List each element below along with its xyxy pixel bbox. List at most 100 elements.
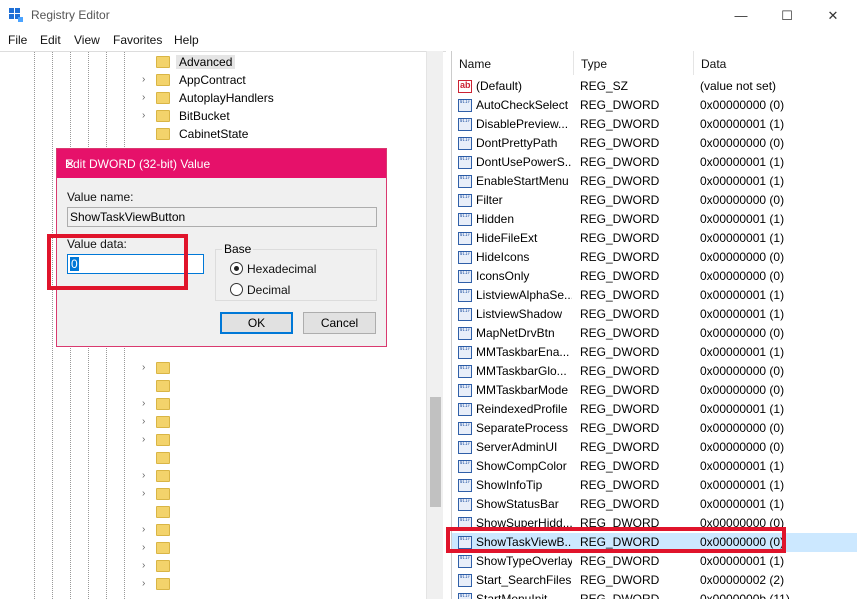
scrollbar-thumb[interactable] — [430, 397, 441, 507]
table-row[interactable]: ServerAdminUI REG_DWORD 0x00000000 (0) — [452, 438, 857, 457]
table-row[interactable]: ShowCompColor REG_DWORD 0x00000001 (1) — [452, 457, 857, 476]
chevron-right-icon[interactable]: › — [142, 434, 145, 445]
table-row[interactable]: MMTaskbarEna... REG_DWORD 0x00000001 (1) — [452, 343, 857, 362]
column-header-name[interactable]: Name — [452, 51, 574, 75]
cell-data: 0x00000001 (1) — [700, 402, 785, 416]
table-row[interactable]: Filter REG_DWORD 0x00000000 (0) — [452, 191, 857, 210]
chevron-right-icon[interactable]: › — [142, 110, 145, 121]
cancel-button[interactable]: Cancel — [303, 312, 376, 334]
close-window-button[interactable]: ✕ — [810, 0, 856, 31]
cell-type: REG_DWORD — [580, 98, 660, 112]
table-row[interactable]: (Default) REG_SZ (value not set) — [452, 77, 857, 96]
chevron-right-icon[interactable]: › — [142, 362, 145, 373]
table-row[interactable]: AutoCheckSelect REG_DWORD 0x00000000 (0) — [452, 96, 857, 115]
cell-data: 0x00000000 (0) — [700, 364, 785, 378]
binary-value-icon — [458, 175, 472, 188]
column-header-data[interactable]: Data — [694, 51, 857, 75]
chevron-right-icon[interactable]: › — [142, 560, 145, 571]
binary-value-icon — [458, 327, 472, 340]
table-row[interactable]: Hidden REG_DWORD 0x00000001 (1) — [452, 210, 857, 229]
cell-type: REG_DWORD — [580, 402, 660, 416]
cell-type: REG_DWORD — [580, 250, 660, 264]
table-row[interactable]: HideFileExt REG_DWORD 0x00000001 (1) — [452, 229, 857, 248]
cell-name: ListviewShadow — [476, 307, 563, 321]
cell-type: REG_DWORD — [580, 554, 660, 568]
hexadecimal-radio[interactable] — [230, 262, 243, 275]
tree-item-label: AppContract — [179, 73, 246, 87]
table-row[interactable]: DontUsePowerS... REG_DWORD 0x00000001 (1) — [452, 153, 857, 172]
folder-icon — [156, 542, 170, 554]
table-row[interactable]: SeparateProcess REG_DWORD 0x00000000 (0) — [452, 419, 857, 438]
table-row[interactable]: StartMenuInit REG_DWORD 0x0000000b (11) — [452, 590, 857, 599]
menu-favorites[interactable]: Favorites — [113, 33, 162, 47]
table-row[interactable]: MMTaskbarGlo... REG_DWORD 0x00000000 (0) — [452, 362, 857, 381]
cell-type: REG_SZ — [580, 79, 629, 93]
table-row[interactable]: ShowInfoTip REG_DWORD 0x00000001 (1) — [452, 476, 857, 495]
folder-icon — [156, 470, 170, 482]
cell-data: 0x00000001 (1) — [700, 554, 785, 568]
cell-data: 0x00000001 (1) — [700, 345, 785, 359]
cell-data: (value not set) — [700, 79, 777, 93]
table-row[interactable]: ListviewShadow REG_DWORD 0x00000001 (1) — [452, 305, 857, 324]
maximize-button[interactable]: ☐ — [764, 0, 810, 31]
cell-data: 0x00000001 (1) — [700, 155, 785, 169]
table-row[interactable]: DontPrettyPath REG_DWORD 0x00000000 (0) — [452, 134, 857, 153]
chevron-right-icon[interactable]: › — [142, 470, 145, 481]
ok-button[interactable]: OK — [220, 312, 293, 334]
binary-value-icon — [458, 346, 472, 359]
table-row[interactable]: MapNetDrvBtn REG_DWORD 0x00000000 (0) — [452, 324, 857, 343]
dialog-title-bar: Edit DWORD (32-bit) Value ✕ — [57, 149, 386, 178]
folder-icon — [156, 578, 170, 590]
table-row[interactable]: ListviewAlphaSe... REG_DWORD 0x00000001 (1… — [452, 286, 857, 305]
chevron-right-icon[interactable]: › — [142, 578, 145, 589]
table-row[interactable]: Start_SearchFiles REG_DWORD 0x00000002 (2) — [452, 571, 857, 590]
cell-data: 0x00000000 (0) — [700, 383, 785, 397]
dialog-close-button[interactable]: ✕ — [65, 157, 376, 171]
chevron-right-icon[interactable]: › — [142, 524, 145, 535]
chevron-right-icon[interactable]: › — [142, 542, 145, 553]
tree-scrollbar[interactable] — [426, 51, 443, 599]
cell-data: 0x00000000 (0) — [700, 193, 785, 207]
chevron-right-icon[interactable]: › — [142, 488, 145, 499]
cell-data: 0x00000000 (0) — [700, 136, 785, 150]
menu-help[interactable]: Help — [174, 33, 199, 47]
column-header-type[interactable]: Type — [574, 51, 694, 75]
registry-editor-icon — [9, 8, 23, 22]
chevron-right-icon[interactable]: › — [142, 398, 145, 409]
menu-file[interactable]: File — [8, 33, 27, 47]
cell-name: ShowCompColor — [476, 459, 567, 473]
table-row[interactable]: ShowTypeOverlay REG_DWORD 0x00000001 (1) — [452, 552, 857, 571]
binary-value-icon — [458, 308, 472, 321]
tree-item-label: CabinetState — [179, 127, 249, 141]
folder-icon — [156, 506, 170, 518]
window-title: Registry Editor — [31, 8, 110, 22]
chevron-right-icon[interactable]: › — [142, 74, 145, 85]
decimal-radio[interactable] — [230, 283, 243, 296]
table-row[interactable]: DisablePreview... REG_DWORD 0x00000001 (1) — [452, 115, 857, 134]
hexadecimal-label[interactable]: Hexadecimal — [247, 262, 316, 276]
table-row[interactable]: HideIcons REG_DWORD 0x00000000 (0) — [452, 248, 857, 267]
decimal-label[interactable]: Decimal — [247, 283, 290, 297]
table-row[interactable]: MMTaskbarMode REG_DWORD 0x00000000 (0) — [452, 381, 857, 400]
cell-data: 0x00000001 (1) — [700, 288, 785, 302]
table-row[interactable]: ShowStatusBar REG_DWORD 0x00000001 (1) — [452, 495, 857, 514]
cell-name: MMTaskbarMode — [476, 383, 569, 397]
binary-value-icon — [458, 99, 472, 112]
cell-data: 0x00000002 (2) — [700, 573, 785, 587]
table-row[interactable]: ReindexedProfile REG_DWORD 0x00000001 (1) — [452, 400, 857, 419]
cell-type: REG_DWORD — [580, 174, 660, 188]
cell-data: 0x00000000 (0) — [700, 269, 785, 283]
binary-value-icon — [458, 270, 472, 283]
values-list[interactable]: Name Type Data (Default) REG_SZ (value not… — [451, 51, 857, 599]
menu-edit[interactable]: Edit — [40, 33, 61, 47]
chevron-right-icon[interactable]: › — [142, 416, 145, 427]
binary-value-icon — [458, 498, 472, 511]
cell-type: REG_DWORD — [580, 383, 660, 397]
menu-view[interactable]: View — [74, 33, 100, 47]
table-row[interactable]: IconsOnly REG_DWORD 0x00000000 (0) — [452, 267, 857, 286]
table-row[interactable]: EnableStartMenu REG_DWORD 0x00000001 (1) — [452, 172, 857, 191]
chevron-right-icon[interactable]: › — [142, 92, 145, 103]
cell-name: Hidden — [476, 212, 515, 226]
cell-type: REG_DWORD — [580, 345, 660, 359]
minimize-button[interactable]: — — [718, 0, 764, 31]
